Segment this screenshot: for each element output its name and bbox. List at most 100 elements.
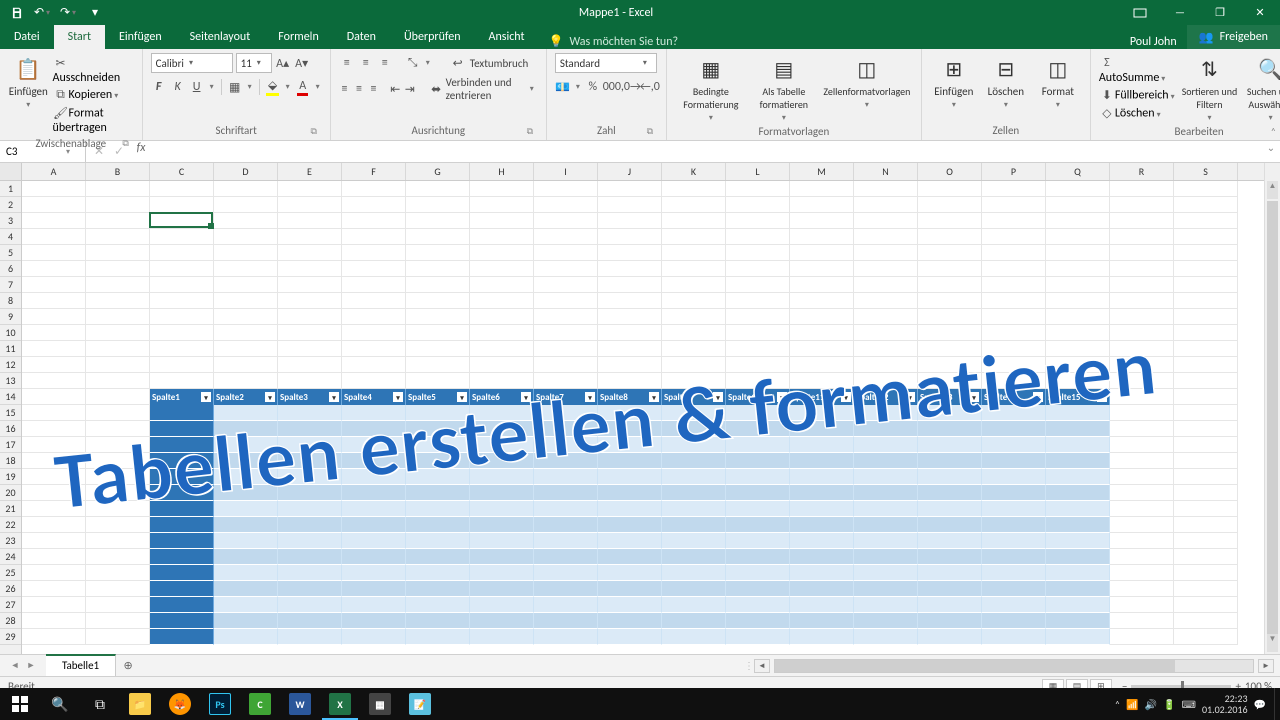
row-header[interactable]: 11 <box>0 341 21 357</box>
filter-dropdown-icon[interactable]: ▾ <box>777 392 787 402</box>
format-cells-button[interactable]: ◫Format▾ <box>1034 53 1082 110</box>
cell[interactable] <box>1046 373 1110 389</box>
table-cell[interactable] <box>406 581 470 597</box>
cell[interactable] <box>150 373 214 389</box>
cell[interactable] <box>534 341 598 357</box>
table-cell[interactable] <box>534 485 598 501</box>
column-header[interactable]: P <box>982 163 1046 180</box>
table-header-cell[interactable]: Spalte3▾ <box>278 389 342 405</box>
wrap-text-button[interactable]: ↩Textumbruch <box>448 53 531 73</box>
table-cell[interactable] <box>918 437 982 453</box>
table-cell[interactable] <box>406 517 470 533</box>
table-cell[interactable] <box>342 549 406 565</box>
table-cell[interactable] <box>854 501 918 517</box>
table-cell[interactable] <box>534 421 598 437</box>
cell[interactable] <box>1174 581 1238 597</box>
table-cell[interactable] <box>470 565 534 581</box>
cell[interactable] <box>1110 405 1174 421</box>
cell[interactable] <box>1110 565 1174 581</box>
cell[interactable] <box>150 325 214 341</box>
cell[interactable] <box>1110 357 1174 373</box>
cell[interactable] <box>342 277 406 293</box>
table-cell[interactable] <box>790 597 854 613</box>
cell[interactable] <box>854 229 918 245</box>
align-top-button[interactable]: ≡ <box>339 55 355 71</box>
cell[interactable] <box>342 181 406 197</box>
table-cell[interactable] <box>150 549 214 565</box>
taskbar-app-calc[interactable]: ▦ <box>360 688 400 720</box>
fill-button[interactable]: ⬇Füllbereich▾ <box>1099 87 1177 103</box>
table-cell[interactable] <box>150 565 214 581</box>
cell[interactable] <box>470 261 534 277</box>
row-header[interactable]: 26 <box>0 581 21 597</box>
tray-volume-icon[interactable]: 🔊 <box>1145 698 1157 711</box>
cell[interactable] <box>406 293 470 309</box>
table-cell[interactable] <box>1046 469 1110 485</box>
cell[interactable] <box>22 421 86 437</box>
cell[interactable] <box>1110 309 1174 325</box>
table-cell[interactable] <box>342 501 406 517</box>
cell[interactable] <box>982 245 1046 261</box>
cell[interactable] <box>1174 293 1238 309</box>
cell[interactable] <box>342 213 406 229</box>
cell[interactable] <box>278 213 342 229</box>
table-cell[interactable] <box>726 549 790 565</box>
table-cell[interactable] <box>534 597 598 613</box>
cell[interactable] <box>22 277 86 293</box>
table-cell[interactable] <box>982 613 1046 629</box>
cell[interactable] <box>342 245 406 261</box>
column-header[interactable]: J <box>598 163 662 180</box>
autosum-button[interactable]: ΣAutoSumme▾ <box>1099 55 1177 85</box>
cell[interactable] <box>1046 229 1110 245</box>
cell[interactable] <box>982 213 1046 229</box>
cell[interactable] <box>982 341 1046 357</box>
paste-button[interactable]: 📋 Einfügen ▾ <box>8 53 49 110</box>
taskbar-app-explorer[interactable]: 📁 <box>120 688 160 720</box>
table-cell[interactable] <box>150 405 214 421</box>
table-cell[interactable] <box>918 533 982 549</box>
cell[interactable] <box>406 261 470 277</box>
align-left-button[interactable]: ≡ <box>339 81 351 97</box>
table-cell[interactable] <box>982 485 1046 501</box>
cell[interactable] <box>86 357 150 373</box>
row-header[interactable]: 21 <box>0 501 21 517</box>
table-cell[interactable] <box>214 613 278 629</box>
cell[interactable] <box>918 229 982 245</box>
column-header[interactable]: Q <box>1046 163 1110 180</box>
cell[interactable] <box>278 357 342 373</box>
row-header[interactable]: 25 <box>0 565 21 581</box>
cell[interactable] <box>86 421 150 437</box>
table-cell[interactable] <box>854 549 918 565</box>
cell[interactable] <box>982 197 1046 213</box>
table-cell[interactable] <box>150 613 214 629</box>
table-header-cell[interactable]: Spalte7▾ <box>534 389 598 405</box>
table-header-cell[interactable]: Spalte4▾ <box>342 389 406 405</box>
table-cell[interactable] <box>278 517 342 533</box>
cell[interactable] <box>1110 373 1174 389</box>
increase-indent-button[interactable]: ⇥ <box>404 81 416 97</box>
cell[interactable] <box>470 341 534 357</box>
cell[interactable] <box>854 261 918 277</box>
table-row[interactable] <box>150 613 1110 629</box>
table-cell[interactable] <box>534 405 598 421</box>
cell[interactable] <box>86 437 150 453</box>
cell[interactable] <box>918 357 982 373</box>
table-cell[interactable] <box>214 469 278 485</box>
clipboard-launcher[interactable]: ⧉ <box>120 138 132 150</box>
table-cell[interactable] <box>470 613 534 629</box>
table-row[interactable] <box>150 485 1110 501</box>
table-cell[interactable] <box>662 485 726 501</box>
tab-start[interactable]: Start <box>54 25 105 49</box>
cell[interactable] <box>22 181 86 197</box>
table-cell[interactable] <box>214 629 278 645</box>
cell[interactable] <box>1110 421 1174 437</box>
cell[interactable] <box>214 277 278 293</box>
table-cell[interactable] <box>150 421 214 437</box>
table-cell[interactable] <box>1046 453 1110 469</box>
cell[interactable] <box>22 245 86 261</box>
cell[interactable] <box>1174 245 1238 261</box>
cell[interactable] <box>726 373 790 389</box>
cell[interactable] <box>214 197 278 213</box>
table-cell[interactable] <box>278 501 342 517</box>
column-header[interactable]: M <box>790 163 854 180</box>
